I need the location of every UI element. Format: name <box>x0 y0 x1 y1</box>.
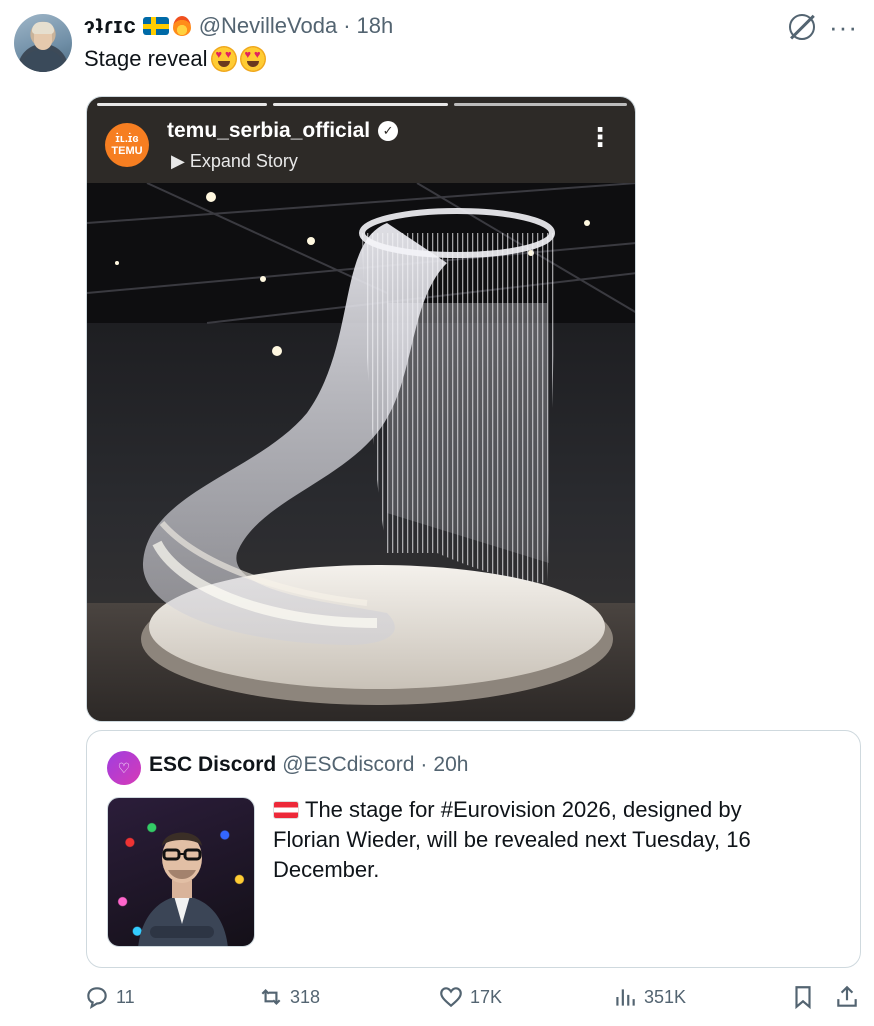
esc-discord-avatar-icon[interactable]: ♡ <box>107 751 141 785</box>
quote-text: The stage for #Eurovision 2026, designed… <box>273 795 813 885</box>
quoted-tweet[interactable]: ♡ ESC Discord @ESCdiscord · 20h The stag… <box>86 730 861 968</box>
quote-handle[interactable]: @ESCdiscord <box>282 753 414 777</box>
author-avatar[interactable] <box>14 14 72 72</box>
share-icon <box>837 985 857 1007</box>
bookmark-button[interactable] <box>790 984 822 1010</box>
fire-icon <box>171 14 193 38</box>
temu-logo-text: TEMU <box>111 145 143 157</box>
quote-timestamp[interactable]: 20h <box>433 753 468 777</box>
like-count: 17K <box>470 986 503 1007</box>
like-button[interactable]: 17K <box>438 984 502 1010</box>
author-display-name[interactable]: ɂʇɾɪc <box>84 13 137 39</box>
story-progress-bar <box>273 103 448 106</box>
author-handle[interactable]: @NevilleVoda <box>199 13 338 39</box>
reply-count: 11 <box>116 986 135 1007</box>
share-button[interactable] <box>834 984 866 1010</box>
tweet-top-actions: ··· <box>789 14 858 40</box>
verified-badge-icon: ✓ <box>378 121 399 141</box>
austria-flag-icon <box>273 801 299 819</box>
view-count: 351K <box>644 986 687 1007</box>
quote-display-name[interactable]: ESC Discord <box>149 753 276 777</box>
expand-story-label: ▶ Expand Story <box>171 151 298 172</box>
quote-media-thumbnail[interactable] <box>107 797 255 947</box>
heart-icon <box>440 987 462 1008</box>
stage-photo <box>87 183 635 721</box>
story-progress-bar <box>454 103 627 106</box>
story-header: ɪ̇ʟ.ɪ̇ɞ TEMU temu_serbia_official ✓ ▶ Ex… <box>87 97 635 183</box>
heart-eyes-emoji-icon <box>239 46 266 72</box>
temu-logo-top: ɪ̇ʟ.ɪ̇ɞ <box>115 132 139 145</box>
quote-text-content: The stage for #Eurovision 2026, designed… <box>273 797 751 882</box>
retweet-count: 318 <box>290 986 321 1007</box>
views-chart-icon <box>616 989 635 1006</box>
views-button[interactable]: 351K <box>612 984 686 1010</box>
reply-button[interactable]: 11 <box>84 984 135 1010</box>
tweet-text-content: Stage reveal <box>84 46 208 71</box>
story-progress-bar <box>97 103 267 106</box>
story-username: temu_serbia_official ✓ <box>167 119 399 143</box>
grok-icon[interactable] <box>789 14 816 40</box>
more-options-icon[interactable]: ··· <box>829 14 858 40</box>
play-icon: ▶ <box>171 151 185 171</box>
retweet-icon <box>261 988 281 1006</box>
portrait-photo <box>138 832 228 946</box>
separator-dot: · <box>420 753 428 776</box>
quote-header: ESC Discord @ESCdiscord · 20h <box>149 753 468 777</box>
separator-dot: · <box>343 13 351 38</box>
heart-eyes-emoji-icon <box>210 46 237 72</box>
tweet-media[interactable]: ɪ̇ʟ.ɪ̇ɞ TEMU temu_serbia_official ✓ ▶ Ex… <box>86 96 636 722</box>
temu-logo: ɪ̇ʟ.ɪ̇ɞ TEMU <box>105 123 149 167</box>
sweden-flag-icon <box>142 17 169 35</box>
retweet-button[interactable]: 318 <box>258 984 320 1010</box>
story-more-icon: ⋮ <box>587 122 613 152</box>
tweet-actions: 11 318 17K 351K <box>84 984 864 1018</box>
story-username-text: temu_serbia_official <box>167 119 371 142</box>
tweet-text: Stage reveal <box>84 46 266 72</box>
tweet-header: ɂʇɾɪc @NevilleVoda · 18h <box>84 12 393 40</box>
reply-icon <box>87 987 107 1010</box>
expand-story-text: Expand Story <box>189 151 298 171</box>
tweet-timestamp[interactable]: 18h <box>357 13 394 39</box>
bookmark-icon <box>795 986 811 1010</box>
